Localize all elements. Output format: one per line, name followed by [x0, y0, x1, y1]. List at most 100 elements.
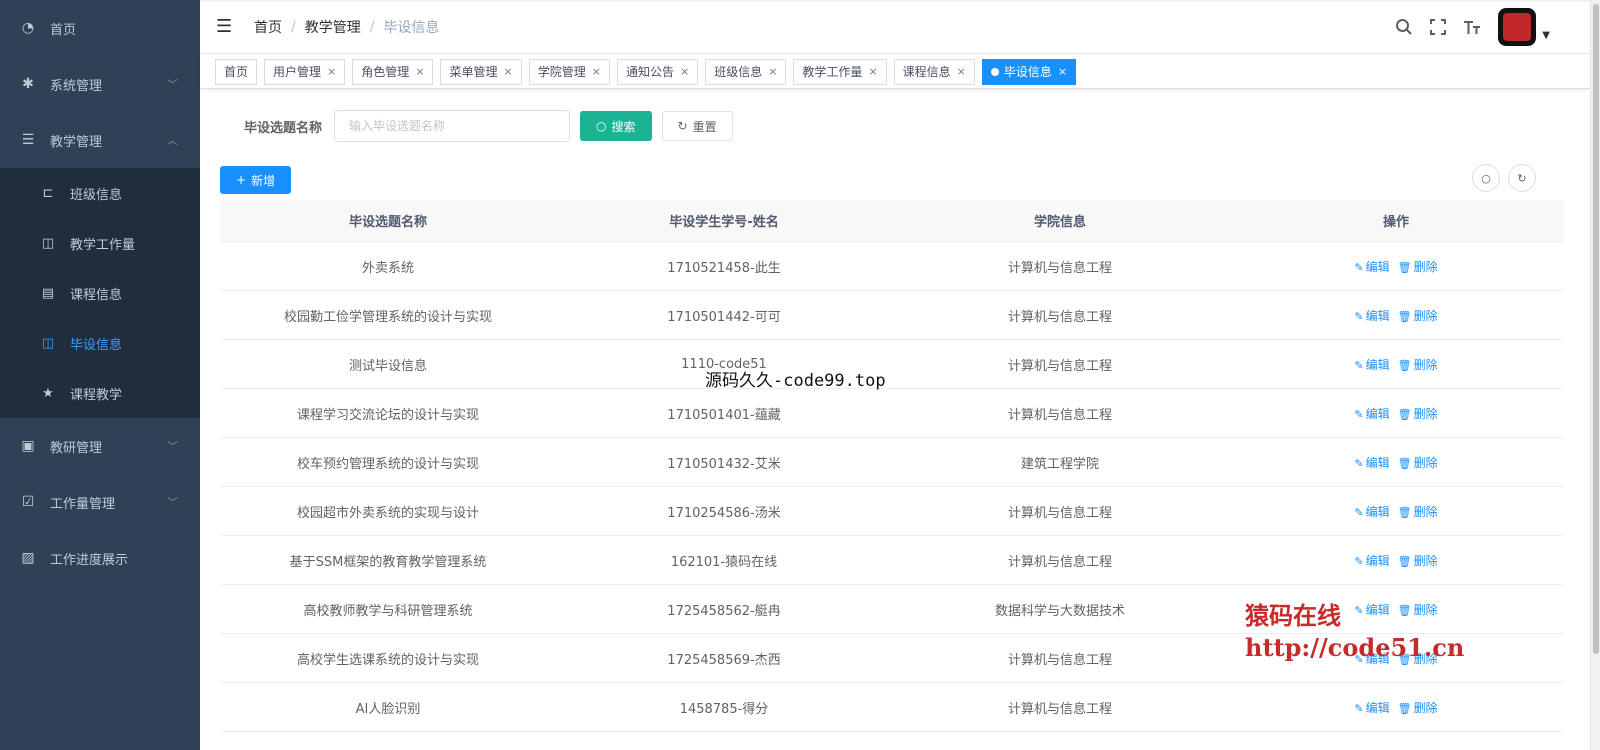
caret-down-icon[interactable]: ▼ — [1542, 30, 1550, 41]
book-open-icon: ◫ — [41, 335, 55, 351]
search-icon: ○ — [596, 119, 607, 133]
sidebar-item-workload[interactable]: ◫ 教学工作量 — [0, 218, 200, 268]
sidebar-item-home[interactable]: ◔ 首页 — [0, 0, 200, 56]
watermark-line: http://code51.cn — [1245, 633, 1465, 662]
close-icon[interactable]: × — [680, 65, 689, 78]
delete-label: 删除 — [1413, 700, 1438, 715]
close-icon[interactable]: × — [592, 65, 601, 78]
avatar-image — [1503, 13, 1532, 41]
scrollbar-thumb[interactable] — [1593, 4, 1599, 654]
tag-menu-mgmt[interactable]: 菜单管理 × — [440, 58, 522, 85]
table-cell: 1710501401-蕴藏 — [667, 407, 781, 423]
sidebar-item-workload-mgmt[interactable]: ☑ 工作量管理 ﹀ — [0, 474, 200, 530]
sidebar-item-system[interactable]: ✱ 系统管理 ﹀ — [0, 56, 200, 112]
refresh-icon: ↻ — [1517, 171, 1527, 185]
tag-course-info[interactable]: 课程信息 × — [893, 58, 975, 85]
delete-button[interactable]: 🗑 删除 — [1398, 307, 1438, 324]
tag-workload[interactable]: 教学工作量 × — [793, 58, 887, 85]
sidebar-item-class-info[interactable]: ⊏ 班级信息 — [0, 168, 200, 218]
search-button[interactable]: ○ 搜索 — [580, 111, 652, 141]
trash-icon: 🗑 — [1397, 309, 1412, 323]
close-icon[interactable]: × — [415, 65, 424, 78]
tag-graduation-info[interactable]: 毕设信息 × — [981, 58, 1077, 85]
edit-button[interactable]: ✎ 编辑 — [1354, 258, 1389, 275]
chevron-down-icon: ﹀ — [167, 440, 178, 453]
edit-button[interactable]: ✎ 编辑 — [1354, 699, 1389, 716]
sidebar-item-graduation-info[interactable]: ◫ 毕设信息 — [0, 318, 200, 368]
delete-button[interactable]: 🗑 删除 — [1398, 405, 1438, 422]
close-icon[interactable]: × — [1058, 65, 1067, 78]
tag-home[interactable]: 首页 — [215, 58, 258, 85]
row-actions: ✎ 编辑 🗑 删除 — [1228, 503, 1564, 520]
edit-button[interactable]: ✎ 编辑 — [1354, 356, 1389, 373]
delete-button[interactable]: 🗑 删除 — [1398, 552, 1438, 569]
table-cell: 校园勤工俭学管理系统的设计与实现 — [283, 309, 492, 325]
close-icon[interactable]: × — [327, 65, 336, 78]
sidebar-item-progress[interactable]: ▨ 工作进度展示 — [0, 530, 200, 586]
table-cell: 计算机与信息工程 — [1007, 260, 1112, 276]
table-cell: 1710501442-可可 — [667, 309, 781, 325]
tag-college-mgmt[interactable]: 学院管理 × — [528, 58, 610, 85]
breadcrumb-item[interactable]: 首页 — [254, 17, 282, 37]
table-cell: 计算机与信息工程 — [1007, 701, 1112, 717]
font-size-icon[interactable] — [1462, 17, 1482, 37]
checkbox-icon: ☑ — [21, 494, 35, 510]
tag-class-info[interactable]: 班级信息 × — [705, 58, 787, 85]
add-button[interactable]: + 新增 — [220, 166, 292, 194]
delete-button[interactable]: 🗑 删除 — [1398, 356, 1438, 373]
close-icon[interactable]: × — [957, 65, 966, 78]
teaching-submenu: ⊏ 班级信息 ◫ 教学工作量 ▤ 课程信息 ◫ 毕设信息 ★ 课程教学 — [0, 168, 200, 418]
sidebar-item-label: 教学管理 — [50, 134, 103, 150]
delete-button[interactable]: 🗑 删除 — [1398, 699, 1438, 716]
tag-user-mgmt[interactable]: 用户管理 × — [264, 58, 346, 85]
search-icon[interactable] — [1394, 17, 1414, 37]
edit-button[interactable]: ✎ 编辑 — [1354, 454, 1389, 471]
search-form: 毕设选题名称 ○ 搜索 ↻ 重置 — [244, 110, 733, 142]
row-actions: ✎ 编辑 🗑 删除 — [1228, 307, 1564, 324]
edit-button[interactable]: ✎ 编辑 — [1354, 552, 1389, 569]
edit-icon: ✎ — [1354, 554, 1364, 568]
delete-button[interactable]: 🗑 删除 — [1398, 503, 1438, 520]
delete-button[interactable]: 🗑 删除 — [1398, 258, 1438, 275]
tag-notice[interactable]: 通知公告 × — [616, 58, 699, 85]
search-input[interactable] — [334, 110, 571, 142]
row-actions: ✎ 编辑 🗑 删除 — [1228, 258, 1564, 275]
scrollbar[interactable] — [1590, 0, 1600, 750]
breadcrumb-item[interactable]: 教学管理 — [305, 17, 361, 37]
hamburger-icon[interactable]: ☰ — [216, 16, 236, 37]
delete-button[interactable]: 🗑 删除 — [1398, 454, 1438, 471]
tag-role-mgmt[interactable]: 角色管理 × — [352, 58, 434, 85]
table-cell: 课程学习交流论坛的设计与实现 — [296, 407, 479, 423]
breadcrumb-separator: / — [291, 18, 296, 35]
table-cell: 校园超市外卖系统的实现与设计 — [296, 505, 479, 521]
close-icon[interactable]: × — [768, 65, 777, 78]
tag-label: 毕设信息 — [1003, 65, 1052, 79]
table-cell: 1458785-得分 — [679, 701, 769, 717]
edit-icon: ✎ — [1354, 358, 1364, 372]
edit-label: 编辑 — [1365, 455, 1390, 470]
sidebar-item-course-teaching[interactable]: ★ 课程教学 — [0, 368, 200, 418]
sidebar-item-label: 系统管理 — [50, 78, 103, 94]
edit-label: 编辑 — [1365, 406, 1390, 421]
fullscreen-icon[interactable] — [1428, 17, 1448, 37]
tag-label: 首页 — [224, 65, 249, 79]
close-icon[interactable]: × — [868, 65, 877, 78]
reset-button[interactable]: ↻ 重置 — [661, 111, 733, 141]
table-row: 校车预约管理系统的设计与实现 1710501432-艾米 建筑工程学院 ✎ 编辑 🗑 删除 — [220, 438, 1564, 487]
refresh-button[interactable]: ↻ — [1508, 164, 1536, 192]
toggle-search-button[interactable]: ○ — [1472, 164, 1500, 192]
edit-button[interactable]: ✎ 编辑 — [1354, 405, 1389, 422]
gear-icon: ✱ — [22, 76, 34, 92]
close-icon[interactable]: × — [504, 65, 513, 78]
breadcrumb: 首页 / 教学管理 / 毕设信息 — [254, 17, 439, 37]
search-icon: ○ — [1481, 171, 1491, 185]
delete-label: 删除 — [1413, 553, 1438, 568]
sidebar-item-teaching[interactable]: ☰ 教学管理 ︿ — [0, 112, 200, 168]
edit-button[interactable]: ✎ 编辑 — [1354, 307, 1389, 324]
watermark-center: 源码久久-code99.top — [705, 371, 886, 391]
avatar[interactable] — [1498, 8, 1537, 46]
sidebar-item-research[interactable]: ▣ 教研管理 ﹀ — [0, 418, 200, 474]
edit-button[interactable]: ✎ 编辑 — [1354, 503, 1389, 520]
sidebar-item-course-info[interactable]: ▤ 课程信息 — [0, 268, 200, 318]
table-row: 课程学习交流论坛的设计与实现 1710501401-蕴藏 计算机与信息工程 ✎ 编辑 🗑 删… — [220, 389, 1564, 438]
